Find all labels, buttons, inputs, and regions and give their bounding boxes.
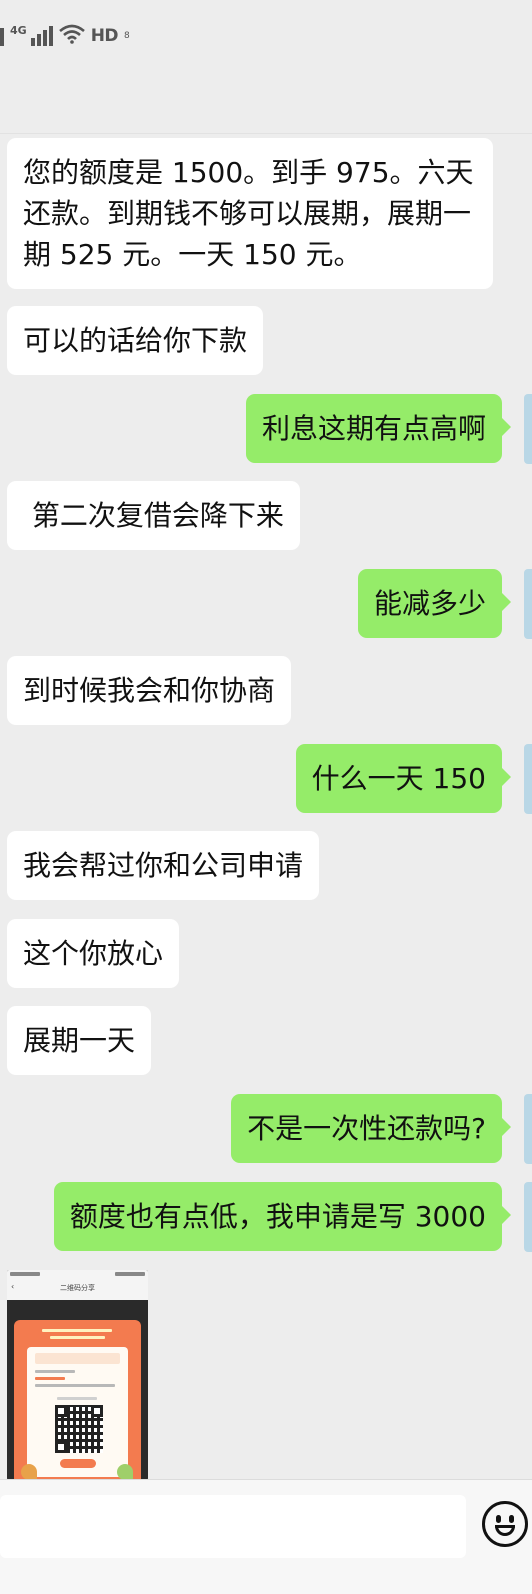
message-bubble[interactable]: 利息这期有点高啊 <box>245 394 502 463</box>
chat-divider <box>0 133 532 134</box>
smiley-icon[interactable] <box>482 1501 528 1547</box>
hd-voice-sub: 8 <box>124 31 130 41</box>
avatar[interactable] <box>524 394 532 464</box>
message-input[interactable] <box>0 1495 466 1558</box>
avatar[interactable] <box>524 744 532 814</box>
message-bubble[interactable]: 第二次复借会降下来 <box>7 481 300 550</box>
message-sent[interactable]: 不是一次性还款吗? <box>231 1094 511 1163</box>
message-bubble[interactable]: 什么一天 150 <box>295 744 502 813</box>
input-bar <box>0 1479 532 1594</box>
message-sent[interactable]: 额度也有点低，我申请是写 3000 <box>53 1182 511 1251</box>
network-type-label: 4G <box>10 24 27 37</box>
hd-voice-label: HD <box>90 26 119 46</box>
avatar[interactable] <box>524 569 532 639</box>
message-sent[interactable]: 能减多少 <box>357 569 511 638</box>
message-sent[interactable]: 什么一天 150 <box>295 744 511 813</box>
signal-strength-icon: 4G <box>10 24 53 46</box>
thumbnail-card <box>14 1320 141 1480</box>
message-received[interactable]: 可以的话给你下款 <box>7 306 264 375</box>
thumbnail-header: ‹ 二维码分享 <box>7 1270 148 1300</box>
message-bubble[interactable]: 您的额度是 1500。到手 975。六天还款。到期钱不够可以展期，展期一期 52… <box>7 138 493 289</box>
avatar[interactable] <box>524 1094 532 1164</box>
message-bubble[interactable]: 额度也有点低，我申请是写 3000 <box>53 1182 502 1251</box>
status-bar: 4G HD 8 <box>0 0 532 72</box>
message-bubble[interactable]: 不是一次性还款吗? <box>231 1094 502 1163</box>
message-received[interactable]: 您的额度是 1500。到手 975。六天还款。到期钱不够可以展期，展期一期 52… <box>7 138 493 289</box>
image-message-thumbnail[interactable]: ‹ 二维码分享 <box>7 1270 148 1480</box>
message-received[interactable]: 到时候我会和你协商 <box>7 656 292 725</box>
message-received[interactable]: 展期一天 <box>7 1006 152 1075</box>
message-bubble[interactable]: 展期一天 <box>7 1006 152 1075</box>
message-bubble[interactable]: 能减多少 <box>357 569 502 638</box>
status-icons: 4G HD 8 <box>0 22 130 50</box>
wifi-icon <box>58 24 85 48</box>
signal-bar-icon <box>0 26 4 46</box>
message-sent[interactable]: 利息这期有点高啊 <box>245 394 511 463</box>
message-received[interactable]: 我会帮过你和公司申请 <box>7 831 320 900</box>
message-received[interactable]: 这个你放心 <box>7 919 180 988</box>
message-bubble[interactable]: 到时候我会和你协商 <box>7 656 292 725</box>
avatar[interactable] <box>524 1182 532 1252</box>
message-bubble[interactable]: 我会帮过你和公司申请 <box>7 831 320 900</box>
message-bubble[interactable]: 这个你放心 <box>7 919 180 988</box>
qr-code-icon <box>55 1405 103 1453</box>
message-received[interactable]: 第二次复借会降下来 <box>7 481 300 550</box>
thumbnail-title: 二维码分享 <box>60 1284 95 1292</box>
message-bubble[interactable]: 可以的话给你下款 <box>7 306 264 375</box>
